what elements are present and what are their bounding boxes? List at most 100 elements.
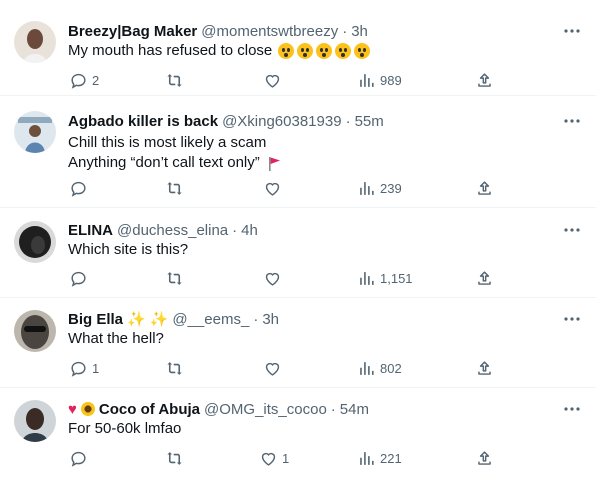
reply-button[interactable] [68,448,88,468]
timestamp[interactable]: 3h [351,23,368,40]
timestamp[interactable]: 55m [355,113,384,130]
avatar[interactable] [14,310,56,352]
views-button[interactable]: 221 [356,448,402,468]
views-count: 221 [380,450,402,466]
heart-icon [262,358,282,378]
author-name[interactable]: Coco of Abuja [99,401,200,418]
tweet-replies-timeline: Breezy|Bag Maker @momentswtbreezy · 3h M… [0,0,596,481]
astonished-face-emoji [297,43,314,60]
separator-dot: · [232,221,238,239]
tweet-text-line: My mouth has refused to close [68,42,273,59]
more-options-button[interactable] [562,220,582,240]
reply-button[interactable]: 2 [68,70,99,90]
like-button[interactable] [262,358,282,378]
retweet-icon [164,268,184,288]
author-name[interactable]: Breezy|Bag Maker [68,23,197,40]
share-button[interactable] [474,70,494,90]
tweet-text-line: Anything “don’t call text only” [68,154,260,171]
views-button[interactable]: 1,151 [356,268,413,288]
more-options-button[interactable] [562,399,582,419]
share-button[interactable] [474,358,494,378]
reply-icon [68,178,88,198]
heart-icon [262,178,282,198]
heart-icon [262,268,282,288]
reply-icon [68,358,88,378]
heart-icon [262,70,282,90]
author-handle[interactable]: @momentswtbreezy [201,23,338,40]
reply-button[interactable] [68,178,88,198]
more-icon [564,228,580,232]
timestamp[interactable]: 54m [340,401,369,418]
retweet-icon [164,358,184,378]
reply-button[interactable] [68,268,88,288]
astonished-face-emoji [354,43,371,60]
timestamp[interactable]: 3h [262,311,279,328]
retweet-button[interactable] [164,448,184,468]
tweet[interactable]: Big Ella ✨ ✨ @__eems_ · 3h What the hell… [0,298,596,388]
tweet-text: What the hell? [68,329,164,349]
astonished-face-emoji [335,43,352,60]
tweet-text-line: What the hell? [68,330,164,347]
tweet-text: Which site is this? [68,240,188,260]
sunflower-emoji [80,402,95,416]
author-handle[interactable]: @OMG_its_cocoo [204,401,327,418]
reply-button[interactable]: 1 [68,358,99,378]
like-button[interactable]: 1 [258,448,289,468]
share-icon [474,178,494,198]
tweet-text: Chill this is most likely a scam Anythin… [68,133,281,173]
retweet-icon [164,178,184,198]
retweet-button[interactable] [164,70,184,90]
more-options-button[interactable] [562,111,582,131]
reply-count: 1 [92,360,100,376]
share-icon [474,448,494,468]
share-icon [474,358,494,378]
views-button[interactable]: 989 [356,70,402,90]
views-icon [356,358,376,378]
share-icon [474,70,494,90]
tweet-text-line: Chill this is most likely a scam [68,134,267,151]
views-icon [356,70,376,90]
views-count: 239 [380,180,402,196]
separator-dot: · [330,400,336,418]
share-button[interactable] [474,268,494,288]
like-button[interactable] [262,70,282,90]
sparkles-emoji: ✨ [149,311,169,328]
avatar[interactable] [14,111,56,153]
retweet-button[interactable] [164,268,184,288]
tweet[interactable]: ELINA @duchess_elina · 4h Which site is … [0,208,596,298]
red-heart-emoji: ♥ [68,400,77,418]
share-button[interactable] [474,178,494,198]
sparkles-emoji: ✨ [127,311,146,328]
tweet[interactable]: Agbado killer is back @Xking60381939 · 5… [0,96,596,208]
tweet-text: My mouth has refused to close [68,41,371,61]
more-options-button[interactable] [562,21,582,41]
views-icon [356,178,376,198]
separator-dot: · [345,112,351,130]
more-icon [564,29,580,33]
views-count: 989 [380,72,402,88]
avatar[interactable] [14,400,56,442]
author-handle[interactable]: @__eems_ [172,311,249,328]
avatar[interactable] [14,221,56,263]
retweet-button[interactable] [164,358,184,378]
more-options-button[interactable] [562,309,582,329]
retweet-icon [164,448,184,468]
author-handle[interactable]: @duchess_elina [117,222,228,239]
author-name[interactable]: Big Ella [68,311,123,328]
views-button[interactable]: 239 [356,178,402,198]
tweet[interactable]: ♥ Coco of Abuja @OMG_its_cocoo · 54m For… [0,388,596,481]
like-button[interactable] [262,178,282,198]
share-button[interactable] [474,448,494,468]
timestamp[interactable]: 4h [241,222,258,239]
reply-icon [68,268,88,288]
retweet-button[interactable] [164,178,184,198]
views-button[interactable]: 802 [356,358,402,378]
author-name[interactable]: Agbado killer is back [68,113,218,130]
tweet[interactable]: Breezy|Bag Maker @momentswtbreezy · 3h M… [0,0,596,96]
avatar[interactable] [14,21,56,63]
author-handle[interactable]: @Xking60381939 [222,113,342,130]
like-button[interactable] [262,268,282,288]
views-count: 802 [380,360,402,376]
author-name[interactable]: ELINA [68,222,113,239]
tweet-text: For 50-60k lmfao [68,419,181,439]
